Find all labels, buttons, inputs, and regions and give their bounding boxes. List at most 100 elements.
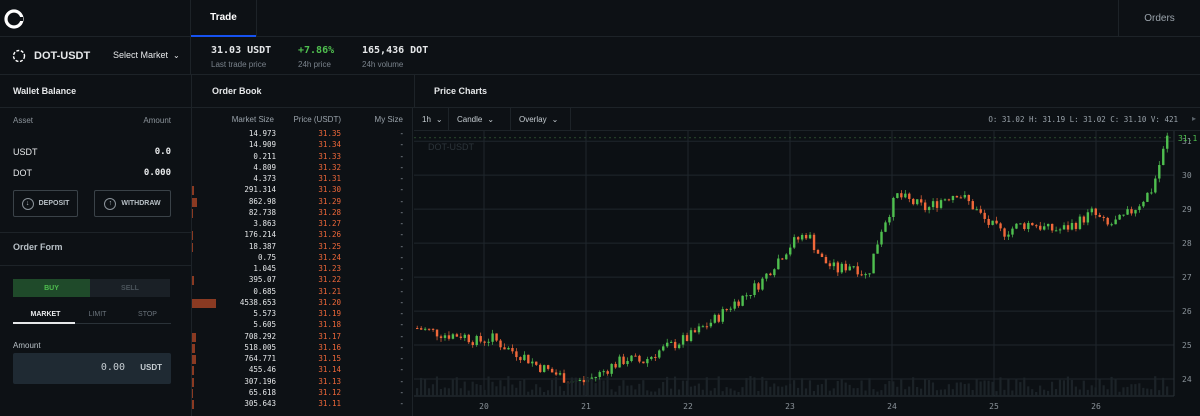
- volume-bar: [856, 388, 859, 396]
- volume-bar: [463, 381, 466, 396]
- order-book-row[interactable]: 3.863 31.27 -: [192, 219, 414, 230]
- stop-order-tab[interactable]: STOP: [125, 311, 170, 318]
- volume-bar: [1011, 390, 1014, 396]
- order-book-row[interactable]: 18.387 31.25 -: [192, 242, 414, 253]
- order-book-price: 31.23: [318, 264, 341, 273]
- logo[interactable]: [0, 0, 28, 37]
- ticker-bar: DOT-USDT Select Market ⌄ 31.03 USDT Last…: [0, 37, 1200, 75]
- volume-bar: [566, 382, 569, 396]
- candle-body: [923, 202, 927, 211]
- interval-dropdown[interactable]: 1h ⌄: [414, 108, 449, 131]
- select-market-dropdown[interactable]: Select Market ⌄: [113, 50, 180, 60]
- order-book-row[interactable]: 4538.653 31.20 -: [192, 298, 414, 309]
- volume-bar: [959, 382, 962, 396]
- tab-trade[interactable]: Trade: [191, 0, 256, 37]
- candle-body: [435, 329, 439, 337]
- volume-bar: [971, 390, 974, 396]
- candle-body: [927, 207, 931, 211]
- candle-body: [1090, 208, 1094, 213]
- volume-bar: [769, 386, 772, 396]
- price-chart[interactable]: 24 25 26 27 28 29 30 31 20 21 22 23 24 25 26 DOT-USDT 31…: [414, 131, 1200, 416]
- depth-bar: [192, 366, 195, 376]
- candle-body: [669, 341, 673, 343]
- order-book-row[interactable]: 0.75 31.24 -: [192, 253, 414, 264]
- volume-bar: [908, 386, 911, 396]
- candle-body: [1102, 216, 1105, 218]
- order-book-row[interactable]: 5.605 31.18 -: [192, 320, 414, 331]
- play-icon[interactable]: ▸: [1192, 114, 1196, 123]
- order-book-row[interactable]: 455.46 31.14 -: [192, 365, 414, 376]
- candle-body: [1114, 219, 1117, 225]
- order-book-row[interactable]: 5.573 31.19 -: [192, 309, 414, 320]
- order-book-row[interactable]: 82.738 31.28 -: [192, 208, 414, 219]
- order-book-row[interactable]: 14.973 31.35 -: [192, 129, 414, 140]
- order-book-row[interactable]: 4.373 31.31 -: [192, 174, 414, 185]
- deposit-button[interactable]: ↓ DEPOSIT: [13, 190, 78, 217]
- order-book-row[interactable]: 4.809 31.32 -: [192, 163, 414, 174]
- order-book-row[interactable]: 0.685 31.21 -: [192, 287, 414, 298]
- order-book-price: 31.16: [318, 342, 341, 352]
- candle-body: [1078, 216, 1082, 229]
- order-book-row[interactable]: 307.196 31.13 -: [192, 377, 414, 388]
- volume-bar: [963, 383, 966, 396]
- order-book-row[interactable]: 708.292 31.17 -: [192, 332, 414, 343]
- order-book-row[interactable]: 65.618 31.12 -: [192, 388, 414, 399]
- order-book-row[interactable]: 395.07 31.22 -: [192, 275, 414, 286]
- volume-bar: [860, 380, 863, 396]
- order-book-row[interactable]: 176.214 31.26 -: [192, 230, 414, 241]
- candle-body: [503, 347, 506, 350]
- order-book-row[interactable]: 518.005 31.16 -: [192, 343, 414, 354]
- candle-body: [856, 266, 859, 275]
- amount-input[interactable]: 0.00 USDT: [13, 353, 171, 384]
- volume-bar: [927, 379, 931, 396]
- candle-body: [868, 273, 871, 275]
- candle-body: [1019, 223, 1022, 225]
- candle-body: [507, 347, 510, 350]
- volume-bar: [896, 386, 899, 396]
- order-book-my-size: -: [399, 196, 404, 206]
- order-book-row[interactable]: 14.909 31.34 -: [192, 140, 414, 151]
- candle-body: [1003, 228, 1006, 237]
- volume-bar: [483, 389, 486, 396]
- candle-body: [642, 361, 645, 364]
- volume-bar: [515, 387, 518, 396]
- volume-bar: [618, 385, 621, 396]
- candle-body: [447, 335, 451, 339]
- order-book-row[interactable]: 305.643 31.11 -: [192, 399, 414, 410]
- volume-bar: [1118, 391, 1121, 396]
- limit-order-tab[interactable]: LIMIT: [75, 311, 120, 318]
- withdraw-button[interactable]: ↑ WITHDRAW: [94, 190, 171, 217]
- volume-bar: [1050, 381, 1054, 396]
- buy-tab[interactable]: BUY: [13, 279, 90, 297]
- candle-body: [1046, 223, 1050, 227]
- tab-orders[interactable]: Orders: [1118, 0, 1200, 37]
- volume-bar: [1130, 384, 1133, 396]
- volume-bar: [654, 391, 657, 396]
- volume-bar: [614, 391, 617, 396]
- withdraw-label: WITHDRAW: [121, 200, 161, 207]
- change-value: +7.86%: [298, 45, 335, 56]
- volume-value: 165,436 DOT: [362, 45, 429, 56]
- volume-bar: [578, 381, 581, 396]
- order-book-price: 31.32: [318, 162, 341, 172]
- order-book-row[interactable]: 0.211 31.33 -: [192, 152, 414, 163]
- candle-body: [765, 273, 768, 279]
- overlay-dropdown[interactable]: Overlay ⌄: [511, 108, 571, 131]
- candle-body: [892, 197, 895, 218]
- candle-body: [419, 328, 423, 330]
- order-book-row[interactable]: 862.98 31.29 -: [192, 197, 414, 208]
- market-order-tab[interactable]: MARKET: [13, 311, 78, 318]
- sell-tab[interactable]: SELL: [90, 279, 170, 297]
- order-book-my-size: -: [399, 264, 404, 273]
- order-book-row[interactable]: 291.314 31.30 -: [192, 185, 414, 196]
- candle-body: [701, 326, 705, 328]
- chart-style-dropdown[interactable]: Candle ⌄: [449, 108, 511, 131]
- candle-body: [491, 333, 494, 342]
- volume-bar: [658, 388, 661, 396]
- order-form-title: Order Form: [13, 242, 63, 252]
- volume-bar: [1062, 380, 1066, 396]
- volume-bar: [1039, 385, 1042, 396]
- order-book-row[interactable]: 764.771 31.15 -: [192, 354, 414, 365]
- candle-body: [840, 263, 844, 273]
- order-book-row[interactable]: 1.045 31.23 -: [192, 264, 414, 275]
